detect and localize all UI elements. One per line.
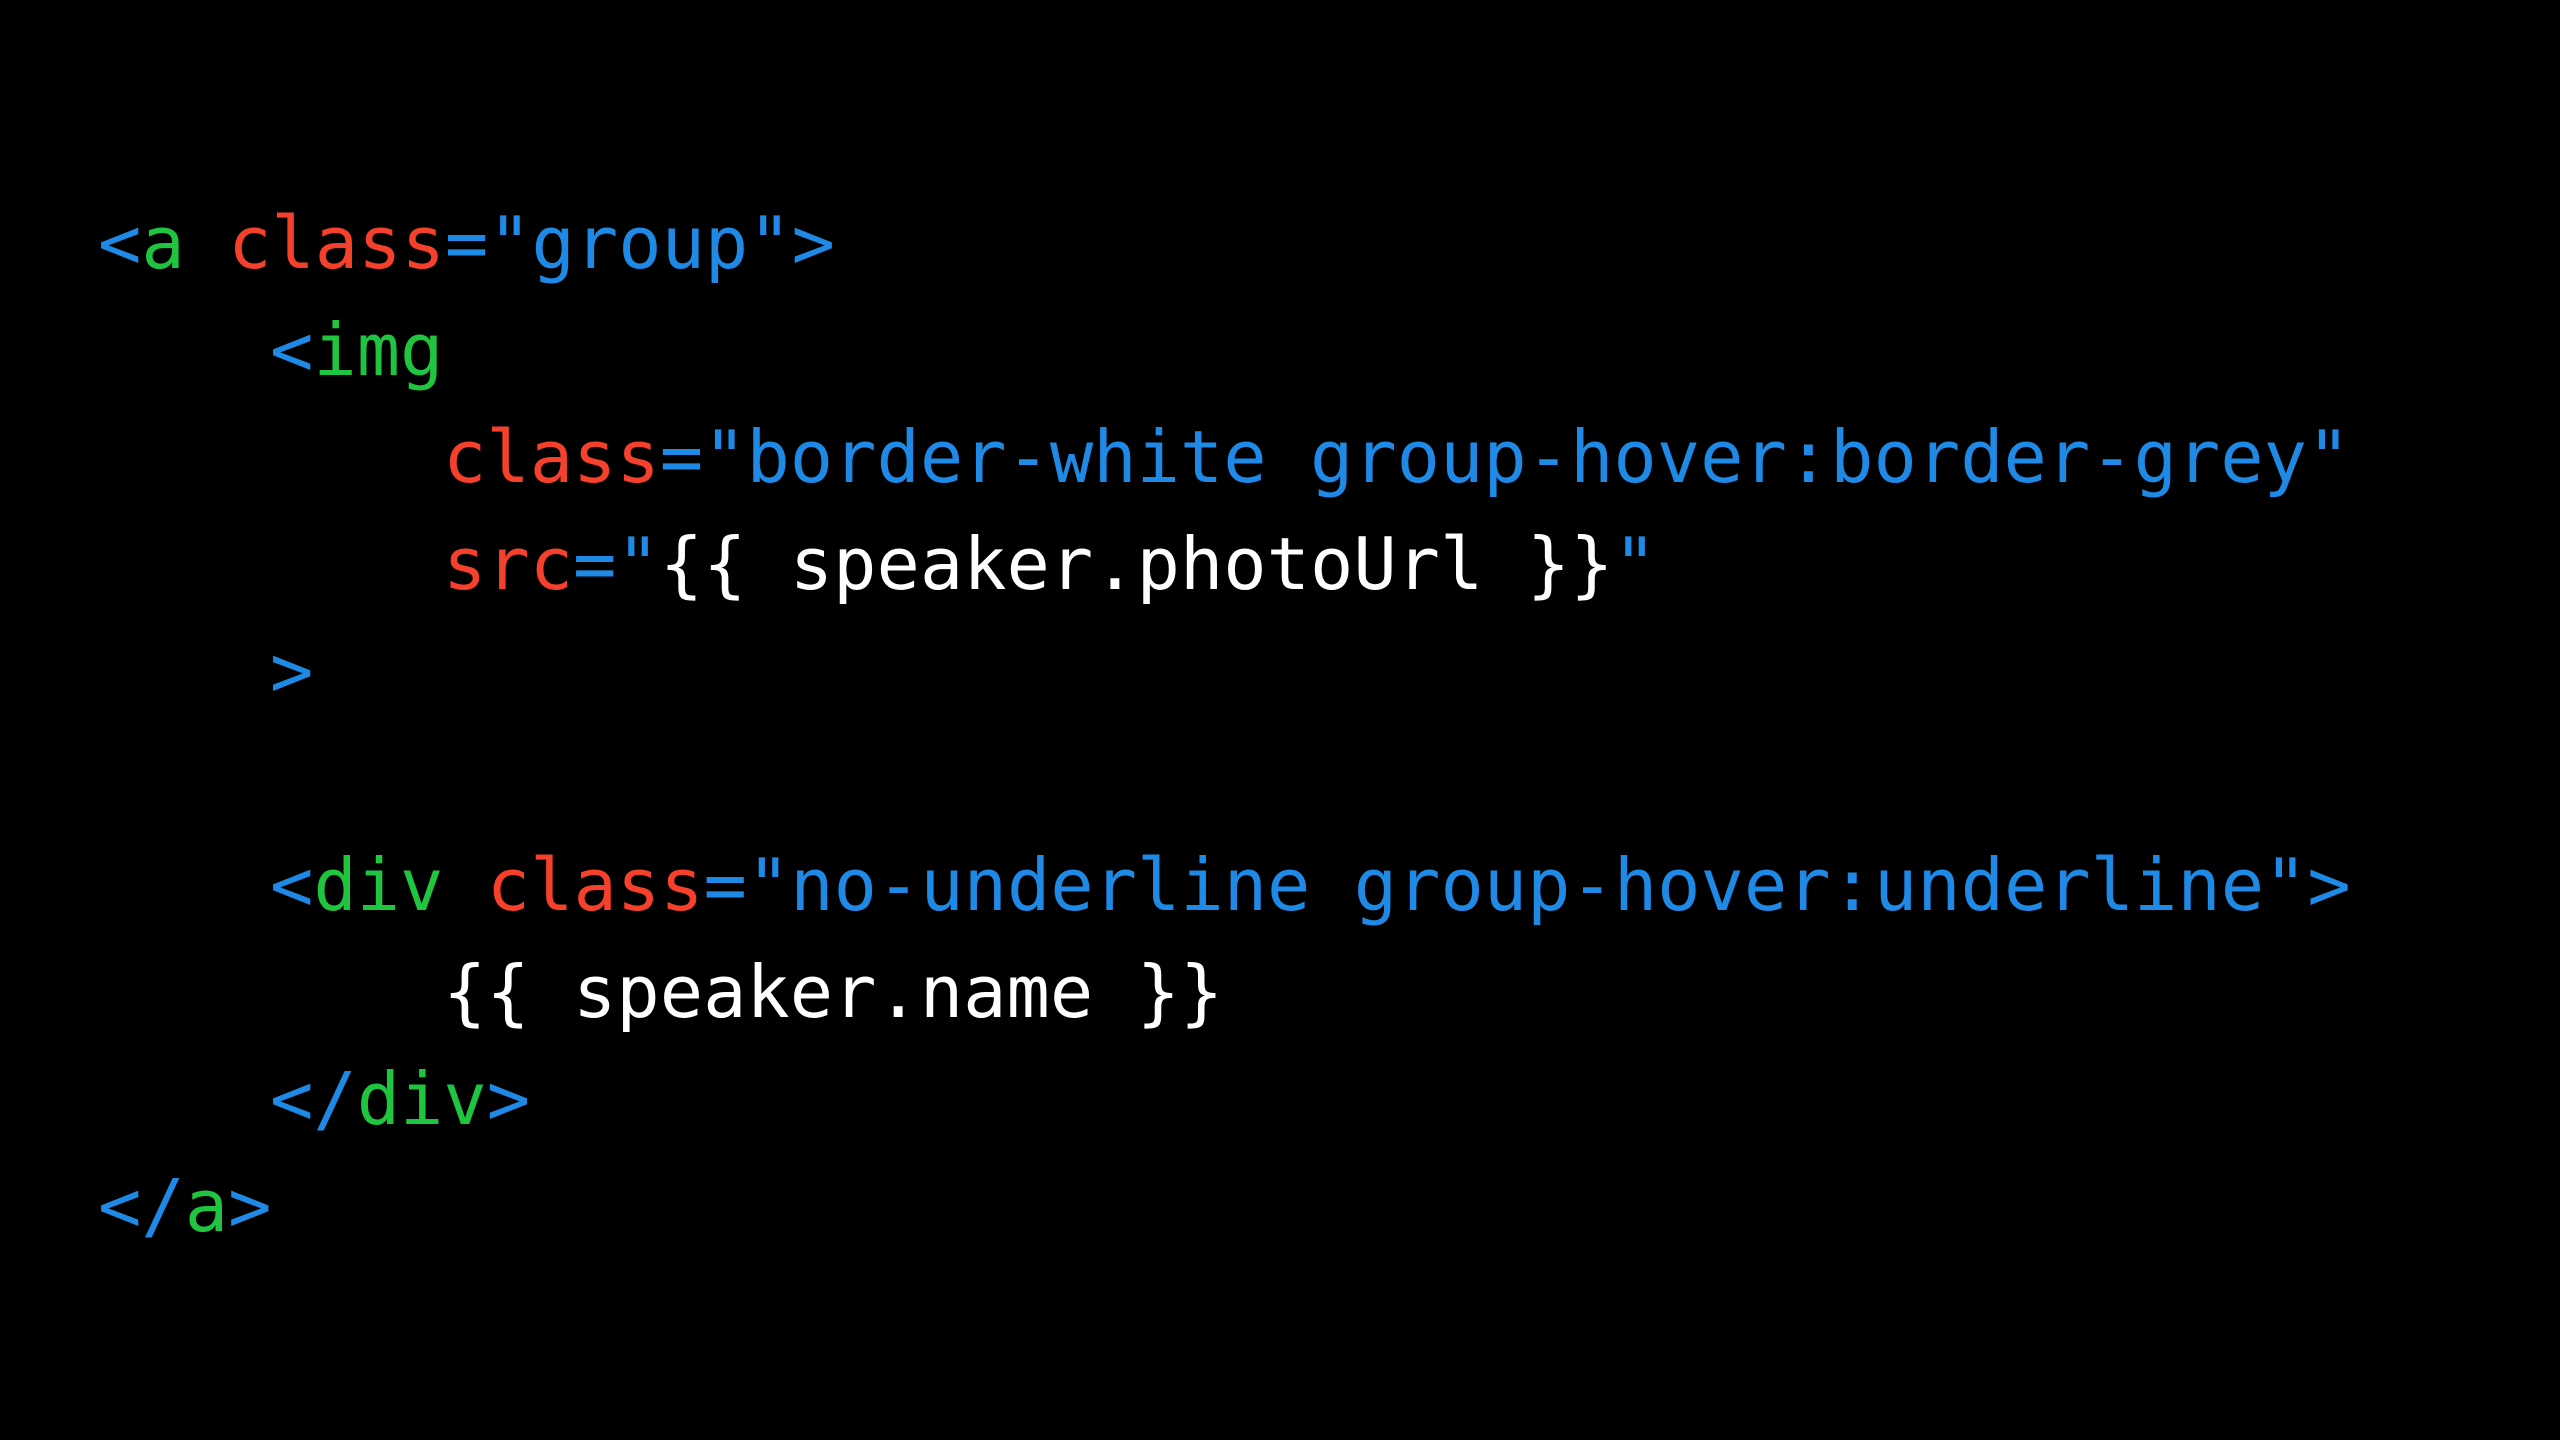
code-line-9: </div> xyxy=(98,1046,2351,1153)
attribute-value-underline-classes: "no-underline group-hover:underline" xyxy=(746,843,2308,927)
code-line-10: </a> xyxy=(98,1153,2351,1260)
tag-close-bracket: > xyxy=(486,1057,531,1141)
equals-sign: = xyxy=(444,201,489,285)
attribute-src: src xyxy=(443,522,574,606)
equals-sign: = xyxy=(703,843,747,927)
quote-open: " xyxy=(616,522,660,606)
equals-sign: = xyxy=(573,522,617,606)
tag-open-bracket: < xyxy=(98,201,142,285)
tag-close-bracket: > xyxy=(228,1164,272,1248)
template-expression-speaker-name: {{ speaker.name }} xyxy=(443,950,1224,1034)
tag-close-bracket: > xyxy=(2307,843,2351,927)
template-expression-photo-url: {{ speaker.photoUrl }} xyxy=(659,522,1614,606)
equals-sign: = xyxy=(659,415,704,499)
tag-open-bracket: < xyxy=(270,843,314,927)
code-line-7: <div class="no-underline group-hover:und… xyxy=(98,832,2351,939)
code-line-4: src="{{ speaker.photoUrl }}" xyxy=(98,511,2351,618)
attribute-class: class xyxy=(228,201,445,285)
closing-tag-open-bracket: </ xyxy=(98,1164,185,1248)
code-line-5: > xyxy=(98,618,2351,725)
quote-close: " xyxy=(1613,522,1657,606)
tag-name-a: a xyxy=(184,1164,229,1248)
code-line-2: <img xyxy=(98,297,2351,404)
tag-name-div: div xyxy=(313,843,444,927)
tag-close-bracket: > xyxy=(270,629,314,713)
tag-name-img: img xyxy=(313,308,444,392)
closing-tag-open-bracket: </ xyxy=(270,1057,357,1141)
attribute-value-border-classes: "border-white group-hover:border-grey" xyxy=(703,415,2351,499)
tag-name-a: a xyxy=(141,201,185,285)
code-line-3: class="border-white group-hover:border-g… xyxy=(98,404,2351,511)
attribute-value-group: "group" xyxy=(488,201,792,285)
tag-close-bracket: > xyxy=(791,201,835,285)
tag-open-bracket: < xyxy=(270,308,314,392)
tag-name-div: div xyxy=(356,1057,487,1141)
code-snippet: <a class="group"> <img class="border-white… xyxy=(98,190,2351,1260)
attribute-class: class xyxy=(443,415,660,499)
code-line-1: <a class="group"> xyxy=(98,190,2351,297)
attribute-class: class xyxy=(486,843,704,927)
code-line-8: {{ speaker.name }} xyxy=(98,939,2351,1046)
slide: <a class="group"> <img class="border-white… xyxy=(0,0,2560,1440)
